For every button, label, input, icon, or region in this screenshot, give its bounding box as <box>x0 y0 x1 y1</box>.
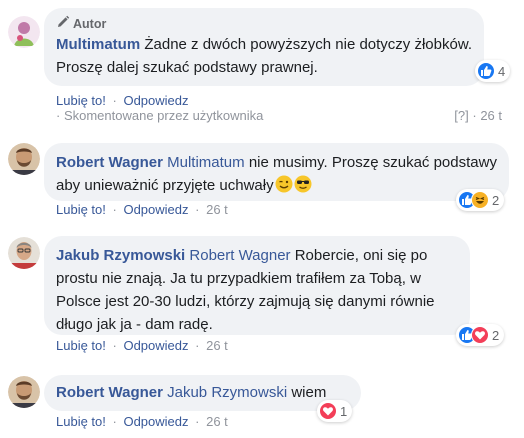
comment-text-row: Multimatum Żadne z dwóch powyższych nie … <box>56 33 472 79</box>
like-link[interactable]: Lubię to! <box>56 202 106 217</box>
comment-author[interactable]: Jakub Rzymowski <box>56 247 185 264</box>
reply-link[interactable]: Odpowiedz <box>123 338 188 353</box>
author-badge-label: Autor <box>73 17 107 31</box>
comment-actions: Lubię to! · Odpowiedz · 26 t <box>56 414 228 429</box>
comment-actions: Lubię to! · Odpowiedz · 26 t <box>56 202 228 217</box>
separator: · <box>195 338 200 353</box>
avatar-robert-wagner[interactable] <box>8 376 40 408</box>
reaction-count: 2 <box>492 192 500 208</box>
wink-emoji <box>275 175 293 193</box>
timestamp[interactable]: 26 t <box>206 338 228 353</box>
haha-reaction-icon <box>471 191 489 209</box>
commented-by-label: · Skomentowane przez użytkownika <box>56 108 264 123</box>
comment-bubble: Jakub Rzymowski Robert Wagner Robercie, … <box>44 236 470 335</box>
comment-text-row: Robert Wagner Multimatum nie musimy. Pro… <box>56 151 497 197</box>
like-reaction-icon <box>477 62 495 80</box>
pencil-icon <box>56 15 70 34</box>
timestamp[interactable]: 26 t <box>206 202 228 217</box>
comment-bubble: Robert Wagner Jakub Rzymowski wiem <box>44 375 361 411</box>
mention-tag[interactable]: Jakub Rzymowski <box>167 384 287 401</box>
reaction-summary[interactable]: 2 <box>456 189 505 211</box>
reaction-summary[interactable]: 1 <box>317 400 353 422</box>
avatar-multimatum[interactable] <box>8 16 40 48</box>
separator: · <box>112 338 117 353</box>
sunglasses-emoji <box>294 175 312 193</box>
comment-bubble: Robert Wagner Multimatum nie musimy. Pro… <box>44 143 509 201</box>
separator: · <box>112 202 117 217</box>
reaction-count: 1 <box>340 403 348 419</box>
comment-author[interactable]: Robert Wagner <box>56 384 163 401</box>
reply-link[interactable]: Odpowiedz <box>123 93 188 108</box>
comment-actions: Lubię to! · Odpowiedz · 26 t <box>56 338 228 353</box>
timestamp[interactable]: 26 t <box>206 414 228 429</box>
love-reaction-icon <box>319 402 337 420</box>
avatar-jakub-rzymowski[interactable] <box>8 237 40 269</box>
reply-link[interactable]: Odpowiedz <box>123 414 188 429</box>
comment-author[interactable]: Multimatum <box>56 36 140 53</box>
love-reaction-icon <box>471 326 489 344</box>
mention-tag[interactable]: Multimatum <box>167 154 245 171</box>
author-badge: Autor <box>56 15 472 33</box>
comment-text-row: Jakub Rzymowski Robert Wagner Robercie, … <box>56 244 458 336</box>
reaction-count: 4 <box>498 63 506 79</box>
reaction-summary[interactable]: 4 <box>475 60 511 82</box>
like-link[interactable]: Lubię to! <box>56 93 106 108</box>
comment-text: wiem <box>291 384 327 401</box>
comment-actions: Lubię to! · Odpowiedz <box>56 93 189 108</box>
separator: · <box>112 93 117 108</box>
like-link[interactable]: Lubię to! <box>56 414 106 429</box>
comment-text-row: Robert Wagner Jakub Rzymowski wiem <box>56 381 349 404</box>
comment-meta: · Skomentowane przez użytkownika [?] · 2… <box>56 108 502 123</box>
mention-tag[interactable]: Robert Wagner <box>189 247 290 264</box>
timestamp[interactable]: · 26 t <box>472 108 502 123</box>
reaction-count: 2 <box>492 327 500 343</box>
separator: · <box>112 414 117 429</box>
comment-bubble: Autor Multimatum Żadne z dwóch powyższyc… <box>44 8 484 86</box>
help-link[interactable]: [?] <box>454 108 468 123</box>
separator: · <box>195 414 200 429</box>
reaction-summary[interactable]: 2 <box>456 324 505 346</box>
like-link[interactable]: Lubię to! <box>56 338 106 353</box>
avatar-robert-wagner[interactable] <box>8 143 40 175</box>
separator: · <box>195 202 200 217</box>
reply-link[interactable]: Odpowiedz <box>123 202 188 217</box>
comment-author[interactable]: Robert Wagner <box>56 154 163 171</box>
